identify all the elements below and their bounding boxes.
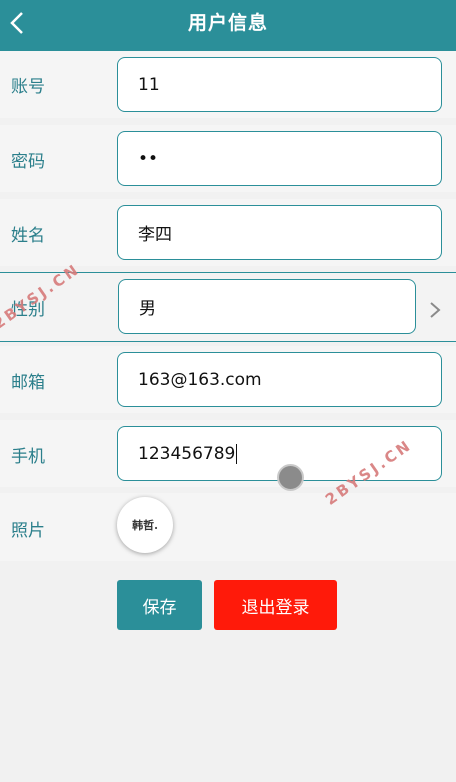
- account-input[interactable]: 11: [117, 57, 442, 112]
- avatar[interactable]: 韩哲.: [117, 497, 173, 553]
- password-label: 密码: [11, 152, 45, 172]
- name-row: 姓名 李四: [0, 199, 456, 266]
- name-label: 姓名: [11, 226, 45, 246]
- gender-value: 男: [139, 299, 156, 319]
- chevron-right-icon[interactable]: [428, 300, 442, 320]
- touch-indicator: [277, 464, 304, 491]
- email-value: 163@163.com: [138, 369, 262, 390]
- text-caret: [236, 443, 238, 464]
- phone-label: 手机: [11, 447, 45, 467]
- logout-button[interactable]: 退出登录: [214, 580, 337, 630]
- account-value: 11: [138, 74, 160, 95]
- gender-select[interactable]: 男: [118, 279, 416, 334]
- photo-row: 照片: [0, 493, 456, 561]
- account-label: 账号: [11, 77, 45, 97]
- name-value: 李四: [138, 225, 172, 245]
- email-row: 邮箱 163@163.com: [0, 346, 456, 413]
- name-input[interactable]: 李四: [117, 205, 442, 260]
- email-label: 邮箱: [11, 373, 45, 393]
- save-button[interactable]: 保存: [117, 580, 202, 630]
- password-row: 密码 ••: [0, 125, 456, 192]
- password-value: ••: [138, 148, 159, 169]
- password-input[interactable]: ••: [117, 131, 442, 186]
- page-title: 用户信息: [187, 12, 268, 34]
- top-bar: 用户信息: [0, 0, 456, 51]
- phone-value: 123456789: [138, 443, 236, 464]
- account-row: 账号 11: [0, 51, 456, 118]
- email-input[interactable]: 163@163.com: [117, 352, 442, 407]
- avatar-text: 韩哲.: [132, 519, 158, 532]
- photo-label: 照片: [11, 521, 45, 541]
